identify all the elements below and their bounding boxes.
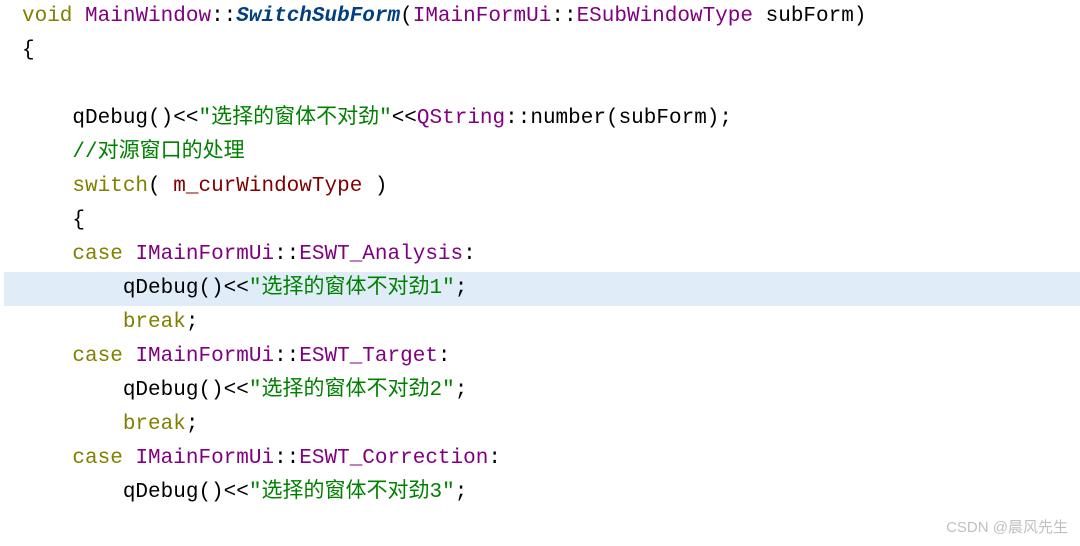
type-name: ESubWindowType (577, 5, 753, 28)
function-call: qDebug (123, 277, 199, 300)
keyword-case: case (72, 243, 122, 266)
code-line: switch( m_curWindowType ) (4, 170, 1080, 204)
keyword-break: break (123, 311, 186, 334)
code-line-highlighted: qDebug()<<"选择的窗体不对劲1"; (4, 272, 1080, 306)
code-line: break; (4, 306, 1080, 340)
class-name: IMainFormUi (135, 243, 274, 266)
argument: subForm (619, 107, 707, 130)
enum-value: ESWT_Target (299, 345, 438, 368)
code-line: qDebug()<<"选择的窗体不对劲"<<QString::number(su… (4, 102, 1080, 136)
string-literal: "选择的窗体不对劲" (198, 107, 391, 130)
brace: { (72, 209, 85, 232)
comment: //对源窗口的处理 (72, 141, 244, 164)
code-line: void MainWindow::SwitchSubForm(IMainForm… (4, 0, 1080, 34)
class-name: IMainFormUi (413, 5, 552, 28)
code-line: qDebug()<<"选择的窗体不对劲2"; (4, 374, 1080, 408)
code-line: case IMainFormUi::ESWT_Target: (4, 340, 1080, 374)
watermark: CSDN @晨风先生 (946, 516, 1068, 540)
code-line: qDebug()<<"选择的窗体不对劲3"; (4, 476, 1080, 510)
class-name: IMainFormUi (135, 447, 274, 470)
string-literal: "选择的窗体不对劲2" (249, 379, 455, 402)
code-line: //对源窗口的处理 (4, 136, 1080, 170)
string-literal: "选择的窗体不对劲1" (249, 277, 455, 300)
code-editor[interactable]: void MainWindow::SwitchSubForm(IMainForm… (0, 0, 1080, 510)
keyword-case: case (72, 447, 122, 470)
keyword-switch: switch (72, 175, 148, 198)
enum-value: ESWT_Analysis (299, 243, 463, 266)
code-line: case IMainFormUi::ESWT_Correction: (4, 442, 1080, 476)
keyword-void: void (22, 5, 72, 28)
function-call: qDebug (72, 107, 148, 130)
method-name: SwitchSubForm (236, 5, 400, 28)
class-name: QString (417, 107, 505, 130)
member-var: m_curWindowType (173, 175, 362, 198)
class-name: MainWindow (85, 5, 211, 28)
enum-value: ESWT_Correction (299, 447, 488, 470)
brace: { (22, 39, 35, 62)
class-name: IMainFormUi (135, 345, 274, 368)
function-call: number (530, 107, 606, 130)
code-line: case IMainFormUi::ESWT_Analysis: (4, 238, 1080, 272)
function-call: qDebug (123, 379, 199, 402)
parameter: subForm (766, 5, 854, 28)
code-line (4, 68, 1080, 102)
function-call: qDebug (123, 481, 199, 504)
keyword-case: case (72, 345, 122, 368)
string-literal: "选择的窗体不对劲3" (249, 481, 455, 504)
code-line: break; (4, 408, 1080, 442)
keyword-break: break (123, 413, 186, 436)
code-line: { (4, 204, 1080, 238)
code-line: { (4, 34, 1080, 68)
